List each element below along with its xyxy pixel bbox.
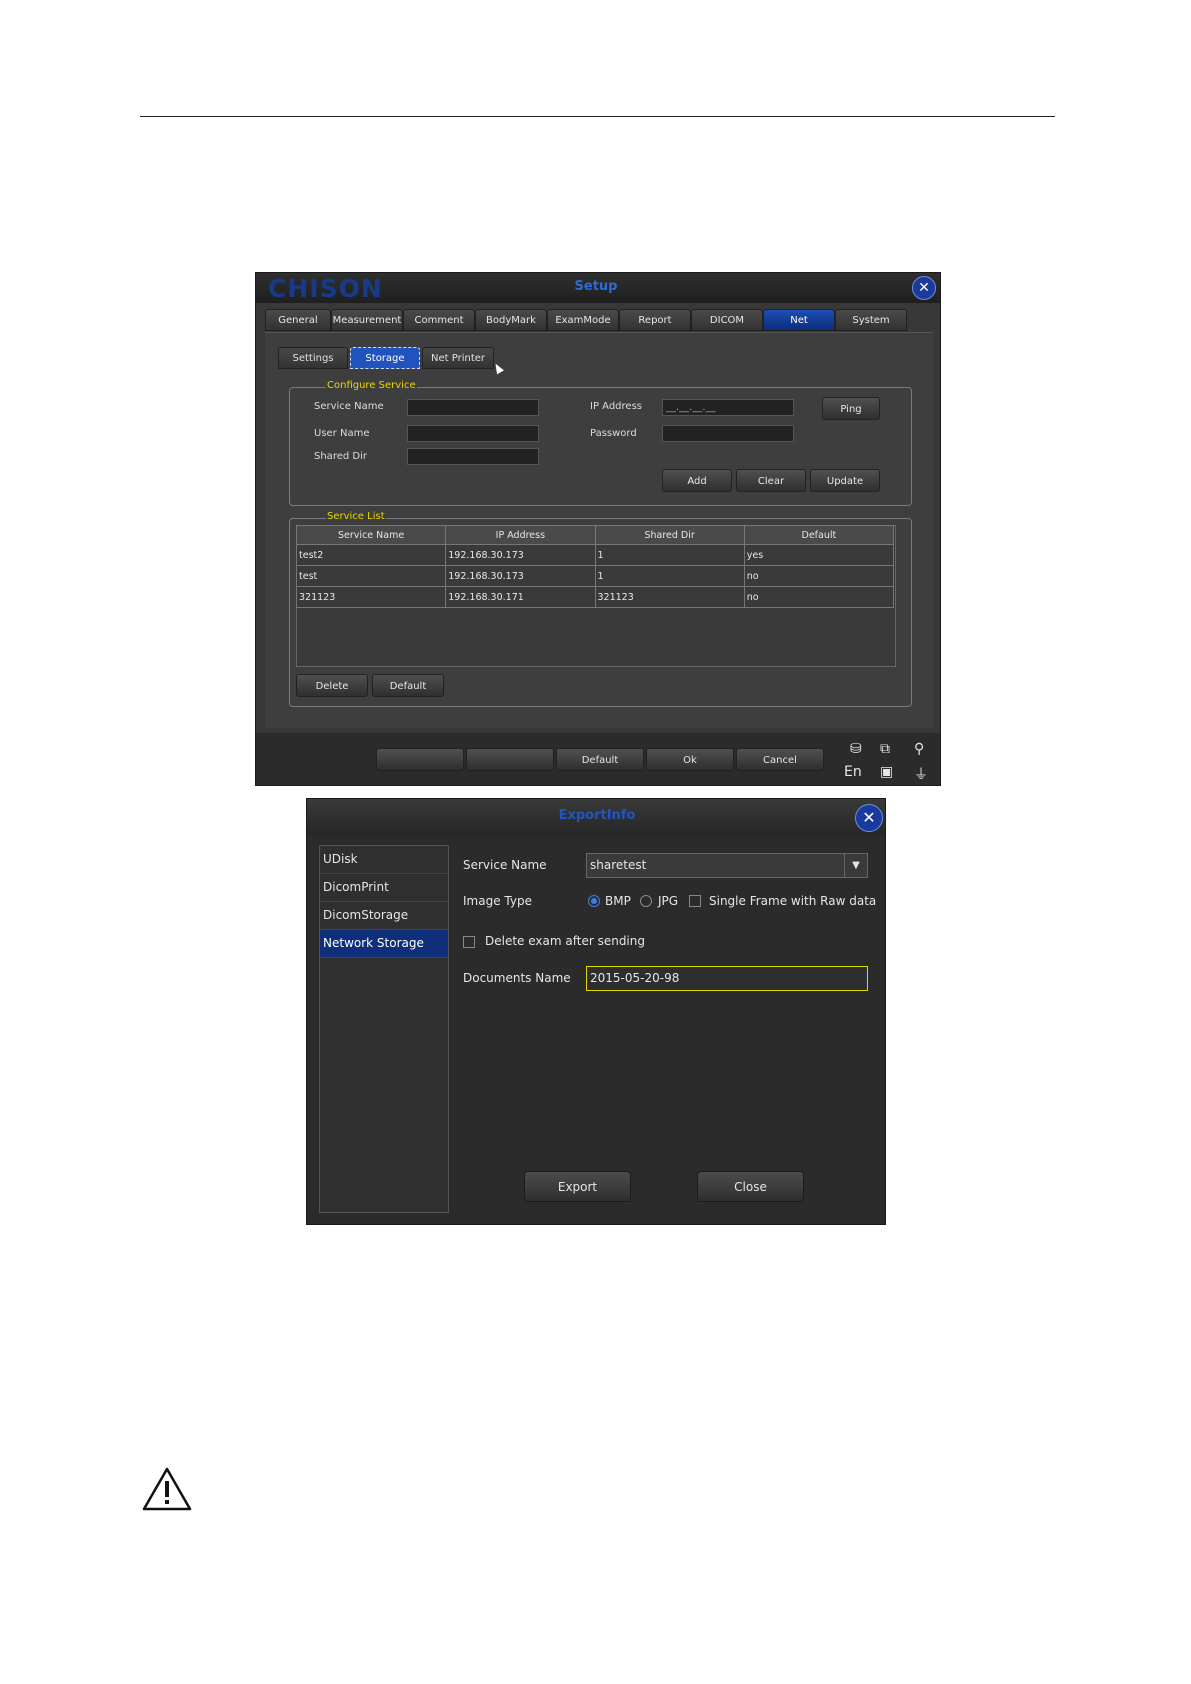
documents-name-label: Documents Name bbox=[463, 971, 571, 985]
database-icon: ⛁ bbox=[850, 741, 862, 757]
table-cell: test2 bbox=[295, 544, 447, 566]
service-name-label: Service Name bbox=[314, 401, 384, 412]
sidebar-item-dicomstorage[interactable]: DicomStorage bbox=[320, 902, 448, 930]
clear-button[interactable]: Clear bbox=[736, 469, 806, 492]
blank-button-1[interactable] bbox=[376, 748, 464, 771]
service-name-select[interactable]: sharetest ▼ bbox=[586, 853, 868, 878]
ok-button[interactable]: Ok bbox=[646, 748, 734, 771]
delete-after-label: Delete exam after sending bbox=[485, 934, 645, 948]
window-title: ExportInfo bbox=[558, 808, 636, 823]
subtab-net-printer[interactable]: Net Printer bbox=[422, 347, 494, 369]
jpg-radio[interactable] bbox=[640, 895, 652, 907]
password-input[interactable] bbox=[662, 425, 794, 442]
update-button[interactable]: Update bbox=[810, 469, 880, 492]
tab-bodymark[interactable]: BodyMark bbox=[475, 309, 547, 331]
service-name-label: Service Name bbox=[463, 858, 547, 872]
table-cell: 192.168.30.171 bbox=[445, 586, 596, 608]
shared-dir-label: Shared Dir bbox=[314, 451, 367, 462]
sidebar-item-network-storage[interactable]: Network Storage bbox=[320, 930, 448, 958]
configure-service-group: Configure Service Service Name User Name… bbox=[289, 380, 912, 506]
default-service-button[interactable]: Default bbox=[372, 674, 444, 697]
user-name-label: User Name bbox=[314, 428, 370, 439]
sidebar-item-udisk[interactable]: UDisk bbox=[320, 846, 448, 874]
single-frame-label: Single Frame with Raw data bbox=[709, 894, 877, 908]
table-row[interactable]: 321123 192.168.30.171 321123 no bbox=[295, 586, 895, 608]
blank-button-2[interactable] bbox=[466, 748, 554, 771]
table-row[interactable]: test 192.168.30.173 1 no bbox=[295, 565, 895, 587]
service-name-value: sharetest bbox=[590, 858, 647, 872]
table-cell: no bbox=[743, 586, 895, 608]
add-button[interactable]: Add bbox=[662, 469, 732, 492]
setup-titlebar: CHISON Setup ✕ bbox=[256, 273, 940, 303]
warning-icon bbox=[142, 1467, 192, 1511]
tab-general[interactable]: General bbox=[265, 309, 331, 331]
ip-address-label: IP Address bbox=[590, 401, 642, 412]
setup-window: CHISON Setup ✕ General Measurement Comme… bbox=[255, 272, 941, 786]
tab-exammode[interactable]: ExamMode bbox=[547, 309, 619, 331]
bmp-radio[interactable] bbox=[588, 895, 600, 907]
table-cell: no bbox=[743, 565, 895, 587]
chevron-down-icon[interactable]: ▼ bbox=[844, 854, 867, 877]
jpg-label: JPG bbox=[658, 894, 679, 908]
close-dialog-button[interactable]: Close bbox=[697, 1171, 804, 1202]
image-type-label: Image Type bbox=[463, 894, 532, 908]
subtab-settings[interactable]: Settings bbox=[278, 347, 348, 369]
table-cell: 321123 bbox=[594, 586, 745, 608]
tab-system[interactable]: System bbox=[835, 309, 907, 331]
tab-net[interactable]: Net bbox=[763, 309, 835, 331]
shared-dir-input[interactable] bbox=[407, 448, 539, 465]
sidebar-item-dicomprint[interactable]: DicomPrint bbox=[320, 874, 448, 902]
table-cell: 192.168.30.173 bbox=[445, 565, 596, 587]
export-titlebar: ExportInfo ✕ bbox=[307, 799, 885, 835]
language-indicator: En bbox=[844, 764, 862, 780]
service-table: Service Name IP Address Shared Dir Defau… bbox=[295, 525, 895, 608]
export-button[interactable]: Export bbox=[524, 1171, 631, 1202]
ip-address-input[interactable]: __.__.__.__ bbox=[662, 399, 794, 416]
table-cell: yes bbox=[743, 544, 895, 566]
cancel-button[interactable]: Cancel bbox=[736, 748, 824, 771]
service-list-label: Service List bbox=[326, 511, 386, 522]
table-cell: 192.168.30.173 bbox=[445, 544, 596, 566]
window-title: Setup bbox=[574, 279, 618, 294]
exportinfo-window: ExportInfo ✕ UDisk DicomPrint DicomStora… bbox=[306, 798, 886, 1225]
column-header[interactable]: Shared Dir bbox=[594, 525, 745, 545]
column-header[interactable]: Default bbox=[743, 525, 895, 545]
ping-button[interactable]: Ping bbox=[822, 397, 880, 420]
service-name-input[interactable] bbox=[407, 399, 539, 416]
tab-measurement[interactable]: Measurement bbox=[331, 309, 403, 331]
network-icon: ⧉ bbox=[880, 741, 890, 757]
tab-report[interactable]: Report bbox=[619, 309, 691, 331]
tab-comment[interactable]: Comment bbox=[403, 309, 475, 331]
table-cell: test bbox=[295, 565, 447, 587]
password-label: Password bbox=[590, 428, 637, 439]
configure-service-label: Configure Service bbox=[326, 380, 417, 391]
default-button[interactable]: Default bbox=[556, 748, 644, 771]
service-list-group: Service List Service Name IP Address Sha… bbox=[289, 511, 912, 707]
bmp-label: BMP bbox=[605, 894, 631, 908]
net-panel: Settings Storage Net Printer Configure S… bbox=[265, 332, 933, 728]
subtab-storage[interactable]: Storage bbox=[350, 347, 420, 369]
printer-icon: ▣ bbox=[880, 764, 894, 780]
usb-icon: ⚲ bbox=[914, 741, 925, 757]
column-header[interactable]: Service Name bbox=[295, 525, 447, 545]
setup-footer: Default Ok Cancel ⛁ ⧉ ⚲ En ▣ ⏚ bbox=[256, 733, 940, 785]
table-cell: 1 bbox=[594, 544, 745, 566]
table-row[interactable]: test2 192.168.30.173 1 yes bbox=[295, 544, 895, 566]
delete-after-checkbox[interactable] bbox=[463, 936, 475, 948]
single-frame-checkbox[interactable] bbox=[689, 895, 701, 907]
column-header[interactable]: IP Address bbox=[445, 525, 596, 545]
table-cell: 1 bbox=[594, 565, 745, 587]
export-target-list: UDisk DicomPrint DicomStorage Network St… bbox=[319, 845, 449, 1213]
documents-name-input[interactable]: 2015-05-20-98 bbox=[586, 966, 868, 991]
page-rule bbox=[140, 116, 1055, 117]
power-plug-icon: ⏚ bbox=[914, 767, 928, 783]
delete-button[interactable]: Delete bbox=[296, 674, 368, 697]
user-name-input[interactable] bbox=[407, 425, 539, 442]
tab-dicom[interactable]: DICOM bbox=[691, 309, 763, 331]
close-button[interactable]: ✕ bbox=[855, 804, 883, 832]
close-button[interactable]: ✕ bbox=[912, 276, 936, 300]
brand-logo: CHISON bbox=[268, 274, 383, 303]
table-cell: 321123 bbox=[295, 586, 447, 608]
